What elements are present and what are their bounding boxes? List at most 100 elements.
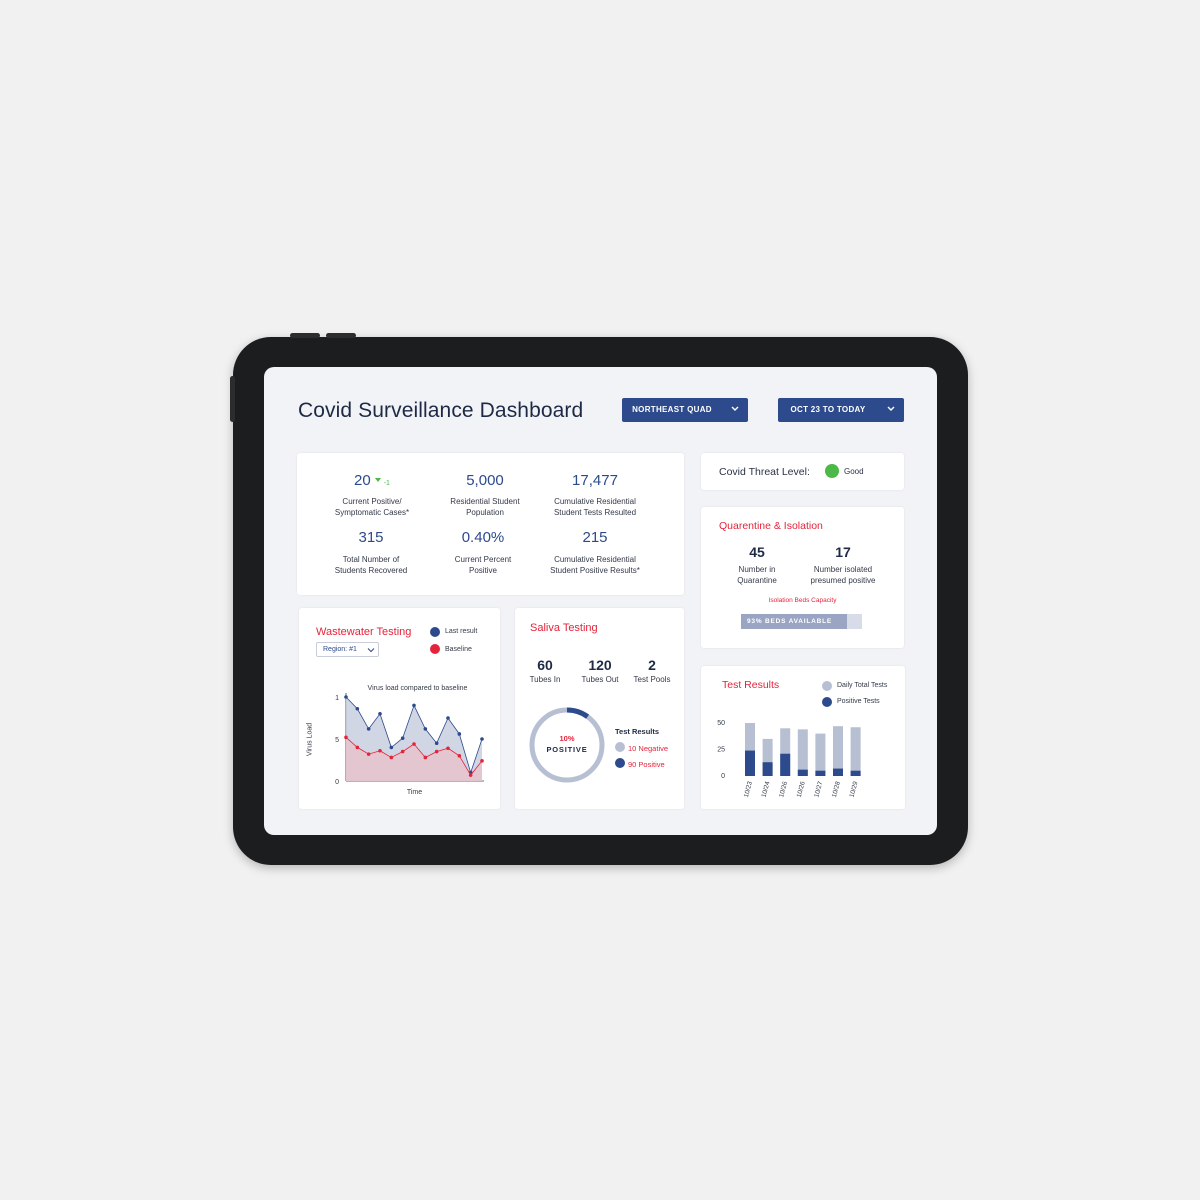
stat-label: Total Number of Students Recovered <box>334 555 408 575</box>
y-tick-label: 50 <box>717 720 725 727</box>
date-range-dropdown[interactable]: OCT 23 TO TODAY <box>778 398 904 422</box>
last-result-point <box>355 706 360 711</box>
stat-value: 17,477 <box>572 472 618 489</box>
positive-label: POSITIVE <box>546 745 588 754</box>
bar-positive <box>780 753 791 776</box>
last-result-point <box>457 732 462 736</box>
baseline-point <box>400 749 405 754</box>
baseline-point <box>344 735 348 740</box>
test-pools-value: 2 <box>648 657 656 673</box>
baseline-point <box>480 759 484 763</box>
test-results-chart: 50 25 0 10/23 10/24 10/26 10/26 10/27 10/28 10/29 <box>717 720 861 798</box>
stat-label: Current Positive/Symptomatic Cases* <box>334 497 410 517</box>
stat-value: 0.40% <box>461 529 505 546</box>
bar-positive <box>762 762 773 776</box>
stat-label: Cumulative Residential Student Tests Resu… <box>553 497 637 517</box>
tubes-in-label: Tubes In <box>529 675 561 684</box>
beds-available-text: 93% BEDS AVAILABLE <box>747 618 833 625</box>
test-results-card: Test Results Daily Total Tests Positive … <box>701 666 905 809</box>
trend-down-icon <box>374 478 381 482</box>
baseline-point <box>389 755 394 760</box>
baseline-point <box>457 754 462 758</box>
isolated-label: Number isolated presumed positive <box>810 565 876 585</box>
baseline-point <box>355 745 360 750</box>
quarantine-card: Quarentine & Isolation 45 Number in Quara… <box>701 507 904 648</box>
baseline-point <box>434 749 439 754</box>
bar-total <box>833 726 843 776</box>
region-dropdown-label: NORTHEAST QUAD <box>632 405 712 414</box>
stat-delta: -1 <box>383 480 390 487</box>
positive-percent: 10% <box>559 734 575 743</box>
bar-total <box>797 729 808 776</box>
x-tick-label: 10/26 <box>796 780 807 798</box>
last-result-point <box>378 712 382 716</box>
last-result-point <box>389 745 394 750</box>
beds-capacity-label: Isolation Beds Capacity <box>768 597 837 604</box>
wastewater-card: Wastewater Testing Region: #1 Last resul… <box>299 608 500 809</box>
last-result-point <box>400 736 405 740</box>
stat-value: 215 <box>582 529 608 546</box>
baseline-point <box>378 748 382 753</box>
chevron-down-icon <box>887 406 895 411</box>
quarantine-count: 45 <box>749 544 765 560</box>
chevron-down-icon <box>731 406 739 411</box>
quarantine-title: Quarentine & Isolation <box>719 520 823 532</box>
tablet-side-button <box>230 376 235 422</box>
beds-capacity-bar: 93% BEDS AVAILABLE <box>741 614 862 629</box>
last-result-point <box>480 737 484 741</box>
bar-total <box>815 733 826 776</box>
stat-label: Cumulative Residential Student Positive R… <box>550 555 640 575</box>
bar-positive <box>850 770 861 776</box>
bar-positive <box>745 750 755 776</box>
x-tick-label: 10/29 <box>849 780 860 798</box>
bar-total <box>850 727 861 776</box>
baseline-point <box>446 746 450 751</box>
status-indicator-icon <box>825 464 839 478</box>
last-result-point <box>366 727 371 731</box>
y-tick-label: 0 <box>721 773 725 780</box>
stat-label: Current Percent Positive <box>454 555 512 575</box>
tubes-in-value: 60 <box>537 657 553 673</box>
tablet-top-button <box>326 333 356 338</box>
baseline-point <box>423 755 428 760</box>
x-tick-label: 10/28 <box>831 780 842 798</box>
x-tick-label: 10/23 <box>743 780 754 798</box>
results-title: Test Results <box>615 727 660 736</box>
test-pools-label: Test Pools <box>633 675 671 684</box>
bar-positive <box>833 768 843 776</box>
x-tick-label: 10/24 <box>761 780 772 798</box>
page-title: Covid Surveillance Dashboard <box>298 399 584 422</box>
tubes-out-value: 120 <box>588 657 612 673</box>
last-result-point <box>412 703 416 708</box>
baseline-point <box>412 742 416 746</box>
isolated-count: 17 <box>835 544 851 560</box>
legend-dot-positive <box>615 758 625 768</box>
negative-count: 10 Negative <box>628 744 669 753</box>
legend-dot-negative <box>615 742 625 752</box>
tablet-top-button <box>290 333 320 338</box>
baseline-point <box>366 752 371 756</box>
threat-level-label: Covid Threat Level: <box>719 466 810 478</box>
positive-count: 90 Positive <box>628 760 665 769</box>
saliva-card: Saliva Testing 60 Tubes In 120 Tubes Out… <box>515 608 684 809</box>
y-tick-label: 1 <box>335 695 339 702</box>
threat-status: Good <box>844 467 864 476</box>
last-result-point <box>446 716 450 720</box>
x-tick-label: 10/26 <box>778 780 789 798</box>
bar-positive <box>815 770 826 776</box>
last-result-point <box>423 727 428 731</box>
stat-value: 315 <box>358 529 384 546</box>
x-tick-label: 10/27 <box>813 780 824 798</box>
region-dropdown[interactable]: NORTHEAST QUAD <box>622 398 748 422</box>
saliva-title: Saliva Testing <box>530 622 598 634</box>
tubes-out-label: Tubes Out <box>581 675 619 684</box>
y-tick-label: 5 <box>335 737 339 744</box>
stats-card: 20 -1 Current Positive/Symptomatic Cases*… <box>297 453 684 595</box>
last-result-point <box>434 741 439 745</box>
quarantine-label: Number in Quarantine <box>737 565 777 585</box>
bar-positive <box>797 769 808 776</box>
baseline-point <box>468 773 473 777</box>
threat-level-card: Covid Threat Level: Good <box>701 453 904 490</box>
date-range-label: OCT 23 TO TODAY <box>790 405 866 414</box>
y-tick-label: 25 <box>717 747 725 754</box>
